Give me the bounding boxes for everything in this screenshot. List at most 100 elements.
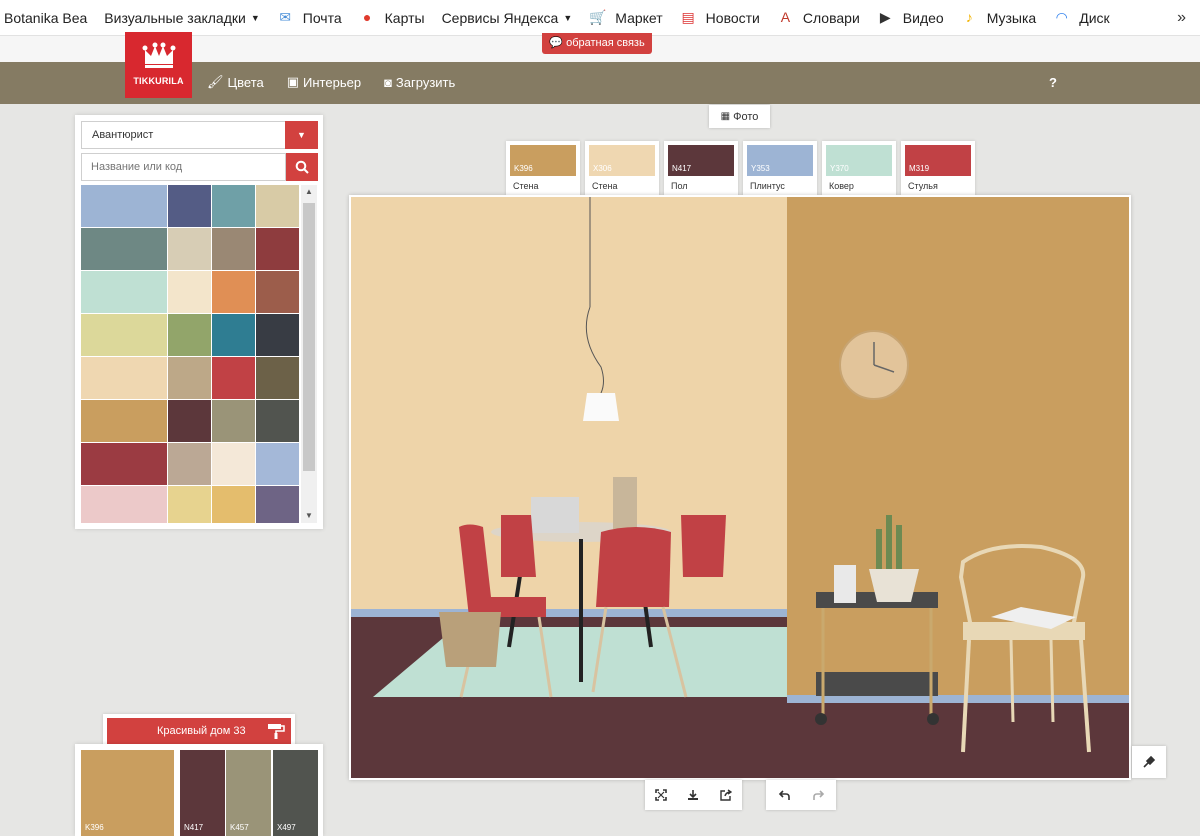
camera-icon: ◙ — [384, 74, 392, 90]
scheme-swatch[interactable]: K457 — [226, 750, 271, 836]
bookmark-label: Карты — [384, 9, 425, 26]
palette-swatch[interactable] — [81, 228, 167, 270]
surface-swatch-baseboard[interactable]: Y353 Плинтус — [743, 141, 817, 196]
more-bookmarks-icon[interactable]: » — [1177, 9, 1186, 27]
feedback-button[interactable]: 💬 обратная связь — [542, 33, 652, 54]
bookmark-item[interactable]: Визуальные закладки ▼ — [104, 10, 259, 26]
scheme-swatch[interactable]: N417 — [180, 750, 225, 836]
palette-swatch[interactable] — [212, 314, 255, 356]
surface-label: Пол — [671, 181, 688, 191]
color-palette-grid — [81, 185, 299, 523]
chevron-down-icon[interactable]: ▼ — [285, 121, 318, 149]
eyedropper-button[interactable] — [1132, 746, 1166, 778]
share-icon — [720, 789, 732, 801]
palette-swatch[interactable] — [212, 185, 255, 227]
swatch-code: N417 — [184, 823, 204, 832]
bookmark-item[interactable]: ♪ Музыка — [961, 9, 1037, 26]
palette-swatch[interactable] — [168, 228, 211, 270]
palette-swatch[interactable] — [168, 400, 211, 442]
bookmark-label: Видео — [902, 9, 944, 26]
palette-swatch[interactable] — [168, 271, 211, 313]
search-input[interactable] — [81, 153, 286, 181]
nav-interior-label: Интерьер — [303, 74, 362, 90]
redo-button[interactable] — [808, 784, 830, 806]
caret-down-icon: ▼ — [250, 12, 260, 23]
scheme-swatch[interactable]: K396 — [81, 750, 174, 836]
disk-icon: ◠ — [1055, 9, 1068, 25]
palette-swatch[interactable] — [256, 314, 299, 356]
surface-swatch-floor[interactable]: N417 Пол — [664, 141, 738, 196]
surface-swatch-wall-1[interactable]: K396 Стена — [506, 141, 580, 196]
scroll-up-icon[interactable]: ▲ — [301, 185, 317, 199]
apply-scheme-button[interactable]: Красивый дом 33 — [107, 718, 291, 744]
undo-button[interactable] — [773, 784, 795, 806]
palette-swatch[interactable] — [256, 228, 299, 270]
palette-swatch[interactable] — [81, 400, 167, 442]
download-button[interactable] — [682, 784, 704, 806]
palette-swatch[interactable] — [168, 486, 211, 523]
bookmark-item[interactable]: Сервисы Яндекса ▼ — [442, 10, 573, 26]
grid-icon: ▦ — [720, 111, 731, 122]
bookmark-label: Новости — [705, 9, 760, 26]
scheme-swatch[interactable]: X497 — [273, 750, 318, 836]
scheme-name: Красивый дом 33 — [157, 725, 246, 737]
palette-swatch[interactable] — [256, 443, 299, 485]
palette-swatch[interactable] — [81, 486, 167, 523]
palette-swatch[interactable] — [256, 486, 299, 523]
palette-swatch[interactable] — [212, 443, 255, 485]
palette-scrollbar[interactable]: ▲ ▼ — [301, 185, 317, 523]
palette-swatch[interactable] — [212, 400, 255, 442]
room-preview[interactable] — [349, 195, 1131, 780]
surface-swatch-wall-2[interactable]: X306 Стена — [585, 141, 659, 196]
nav-interior[interactable]: ▣ Интерьер — [287, 74, 361, 90]
surface-swatch-rug[interactable]: Y370 Ковер — [822, 141, 896, 196]
bookmark-item[interactable]: Botanika Bea — [4, 10, 87, 26]
bookmark-item[interactable]: ◠ Диск — [1053, 9, 1110, 26]
bookmark-item[interactable]: A Словари — [777, 9, 860, 26]
bookmark-label: Диск — [1079, 9, 1110, 26]
help-button[interactable]: ? — [1049, 75, 1057, 90]
scroll-down-icon[interactable]: ▼ — [301, 509, 317, 523]
scroll-thumb[interactable] — [303, 203, 315, 471]
palette-swatch[interactable] — [81, 443, 167, 485]
bookmark-item[interactable]: ● Карты — [359, 9, 425, 26]
bookmark-label: Музыка — [986, 9, 1037, 26]
palette-swatch[interactable] — [168, 357, 211, 399]
nav-upload[interactable]: ◙ Загрузить — [384, 74, 455, 90]
palette-swatch[interactable] — [212, 357, 255, 399]
bookmark-item[interactable]: 🛒 Маркет — [589, 9, 662, 26]
palette-swatch[interactable] — [212, 228, 255, 270]
palette-swatch[interactable] — [81, 314, 167, 356]
tikkurila-logo[interactable]: TIKKURILA — [125, 32, 192, 98]
bookmark-item[interactable]: ▤ Новости — [680, 9, 760, 26]
palette-swatch[interactable] — [81, 185, 167, 227]
surface-swatch-chairs[interactable]: M319 Стулья — [901, 141, 975, 196]
palette-swatch[interactable] — [256, 271, 299, 313]
nav-colors[interactable]: 🖌 Цвета — [207, 74, 264, 90]
caret-down-icon: ▼ — [563, 12, 573, 23]
palette-swatch[interactable] — [212, 486, 255, 523]
search-button[interactable] — [286, 153, 318, 181]
palette-swatch[interactable] — [81, 271, 167, 313]
palette-swatch[interactable] — [168, 443, 211, 485]
surface-color-chip: N417 — [668, 145, 734, 176]
palette-swatch[interactable] — [256, 400, 299, 442]
image-toolbar — [645, 780, 742, 810]
photo-button[interactable]: ▦ Фото — [709, 105, 770, 128]
bookmark-item[interactable]: ✉ Почта — [277, 9, 341, 26]
palette-swatch[interactable] — [212, 271, 255, 313]
bookmark-label: Botanika Bea — [4, 9, 88, 26]
collection-select[interactable]: Авантюрист ▼ — [81, 121, 318, 149]
share-button[interactable] — [715, 784, 737, 806]
palette-swatch[interactable] — [256, 357, 299, 399]
scheme-swatches: K396 N417 K457 X497 — [75, 744, 323, 836]
bookmark-item[interactable]: ▶ Видео — [877, 9, 944, 26]
fullscreen-button[interactable] — [650, 784, 672, 806]
palette-swatch[interactable] — [81, 357, 167, 399]
mail-icon: ✉ — [279, 9, 292, 25]
collection-select-value: Авантюрист — [92, 129, 154, 141]
palette-swatch[interactable] — [168, 185, 211, 227]
palette-swatch[interactable] — [256, 185, 299, 227]
room-illustration — [351, 197, 1129, 778]
palette-swatch[interactable] — [168, 314, 211, 356]
